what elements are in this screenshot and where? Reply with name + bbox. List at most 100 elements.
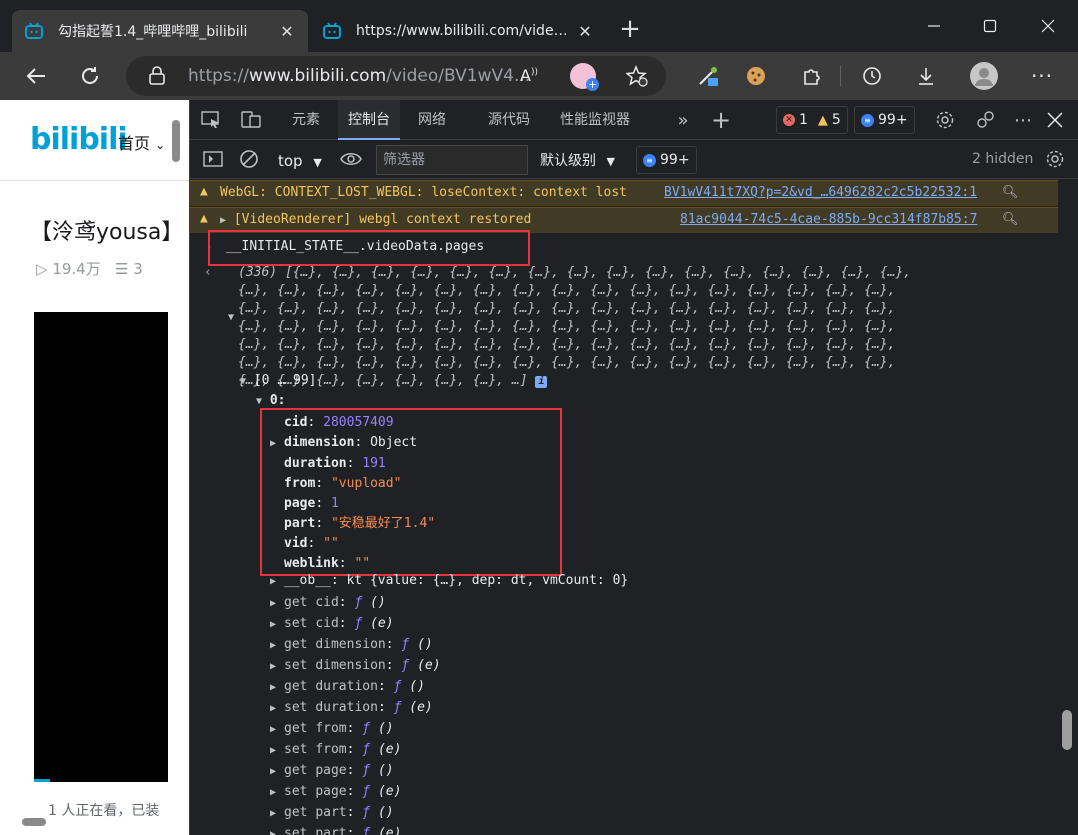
get-accessor-from[interactable]: ▶ get from: ƒ () — [270, 719, 441, 740]
array-summary[interactable]: (336) [{…}, {…}, {…}, {…}, {…}, {…}, {…}… — [238, 264, 911, 390]
expand-triangle-icon[interactable]: ▼ — [228, 309, 234, 324]
tab-network[interactable]: 网络 — [418, 100, 446, 140]
bilibili-tv-icon — [24, 21, 44, 41]
profile-icon[interactable] — [968, 60, 1000, 92]
tab-console[interactable]: 控制台 — [338, 100, 400, 140]
address-bar[interactable]: https://www.bilibili.com/video/BV1wV4...… — [126, 56, 666, 96]
get-accessor-part[interactable]: ▶ get part: ƒ () — [270, 803, 441, 824]
get-accessor-cid[interactable]: ▶ get cid: ƒ () — [270, 593, 441, 614]
expand-triangle-icon[interactable]: ▶ — [270, 783, 284, 803]
set-accessor-part[interactable]: ▶ set part: ƒ (e) — [270, 824, 441, 835]
live-expression-eye-icon[interactable] — [338, 147, 364, 171]
get-accessor-page[interactable]: ▶ get page: ƒ () — [270, 761, 441, 782]
expand-triangle-icon[interactable]: ▶ — [270, 678, 284, 698]
tab-performance-monitor[interactable]: 性能监视器 — [560, 100, 630, 140]
favorite-add-icon[interactable] — [625, 65, 648, 91]
index-entry[interactable]: ▼ 0: — [256, 393, 286, 408]
function-signature: () — [377, 805, 394, 820]
extension-avatar-icon[interactable]: + — [570, 63, 599, 91]
info-icon[interactable]: i — [535, 376, 548, 388]
expand-triangle-icon[interactable]: ▶ — [270, 699, 284, 719]
issue-counts[interactable]: ✕ 1 ▲ 5 — [776, 106, 848, 134]
bilibili-logo[interactable]: bilibili — [30, 122, 128, 157]
get-accessor-duration[interactable]: ▶ get duration: ƒ () — [270, 677, 441, 698]
video-player[interactable] — [34, 312, 168, 782]
more-icon[interactable]: ··· — [1026, 60, 1058, 92]
set-accessor-page[interactable]: ▶ set page: ƒ (e) — [270, 782, 441, 803]
console-scrollbar-thumb[interactable] — [1062, 710, 1072, 750]
expand-triangle-icon[interactable]: ▶ — [220, 215, 226, 226]
function-signature: () — [377, 763, 394, 778]
set-accessor-cid[interactable]: ▶ set cid: ƒ (e) — [270, 614, 441, 635]
expand-triangle-icon[interactable]: ▶ — [270, 825, 284, 835]
more-tabs-icon[interactable]: » — [670, 108, 696, 132]
hidden-count[interactable]: 2 hidden — [972, 151, 1033, 167]
context-selector[interactable]: top ▼ — [270, 148, 332, 174]
page-scrollbar-thumb[interactable] — [172, 120, 180, 162]
expand-triangle-icon[interactable]: ▼ — [240, 376, 246, 387]
settings-gear-icon[interactable] — [932, 108, 958, 132]
customize-icon[interactable] — [972, 108, 998, 132]
expand-triangle-icon[interactable]: ▶ — [270, 720, 284, 740]
messages-badge[interactable]: ≡ 99+ — [854, 106, 915, 134]
get-accessor-dimension[interactable]: ▶ get dimension: ƒ () — [270, 635, 441, 656]
video-title[interactable]: 【泠鸢yousa】 — [30, 214, 183, 246]
expand-triangle-icon[interactable]: ▶ — [270, 657, 284, 677]
expand-triangle-icon[interactable]: ▶ — [270, 636, 284, 656]
add-tab-icon[interactable]: + — [708, 106, 734, 134]
close-devtools-icon[interactable] — [1042, 108, 1068, 132]
source-link[interactable]: BV1wV411t7XQ?p=2&vd_…6496282c2c5b22532:1 — [664, 185, 977, 200]
expand-triangle-icon[interactable]: ▶ — [270, 804, 284, 824]
tab-elements[interactable]: 元素 — [292, 100, 320, 140]
more-options-icon[interactable]: ⋯ — [1010, 108, 1036, 132]
error-count: 1 — [799, 112, 808, 128]
group-range[interactable]: ▼ [0 … 99] — [240, 373, 316, 388]
device-emulation-icon[interactable] — [238, 108, 264, 132]
filter-messages-badge[interactable]: ≡ 99+ — [636, 146, 697, 174]
new-tab-button[interactable]: + — [616, 16, 644, 44]
lock-icon[interactable] — [148, 66, 166, 90]
tab-sources[interactable]: 源代码 — [488, 100, 530, 140]
expand-triangle-icon[interactable]: ▶ — [270, 576, 276, 587]
expand-triangle-icon[interactable]: ▶ — [270, 741, 284, 761]
expand-triangle-icon[interactable]: ▶ — [270, 615, 284, 635]
expand-triangle-icon[interactable]: ▼ — [256, 396, 262, 407]
eyedropper-icon[interactable] — [692, 60, 724, 92]
tab-bilibili-video[interactable]: 勾指起誓1.4_哔哩哔哩_bilibili ✕ — [12, 10, 308, 52]
extensions-icon[interactable] — [796, 60, 828, 92]
refresh-icon[interactable] — [74, 60, 106, 92]
search-icon[interactable]: 🔍︎ — [1002, 185, 1019, 200]
tab-close-icon[interactable]: ✕ — [576, 22, 594, 41]
inspect-element-icon[interactable] — [198, 108, 224, 132]
sidebar-toggle-icon[interactable] — [200, 147, 226, 171]
set-accessor-from[interactable]: ▶ set from: ƒ (e) — [270, 740, 441, 761]
home-nav-link[interactable]: 首页 ⌄ — [118, 130, 165, 154]
url-text[interactable]: https://www.bilibili.com/video/BV1wV4... — [188, 66, 530, 86]
tab-bilibili-url[interactable]: https://www.bilibili.com/video/BV1w ✕ — [310, 10, 606, 52]
page-hscrollbar-thumb[interactable] — [22, 818, 46, 826]
source-link[interactable]: 81ac9044-74c5-4cae-885b-9cc314f87b85:7 — [680, 212, 977, 227]
search-icon[interactable]: 🔍︎ — [1002, 212, 1019, 227]
read-aloud-icon[interactable]: A)) — [520, 66, 538, 85]
window-close-button[interactable] — [1028, 10, 1068, 42]
expand-triangle-icon[interactable]: ▶ — [270, 762, 284, 782]
clear-console-icon[interactable] — [236, 147, 262, 171]
warning-text[interactable]: ▶ [VideoRenderer] webgl context restored — [220, 212, 531, 227]
history-icon[interactable] — [856, 60, 888, 92]
back-icon[interactable] — [20, 60, 52, 92]
maximize-button[interactable] — [970, 10, 1010, 42]
set-accessor-dimension[interactable]: ▶ set dimension: ƒ (e) — [270, 656, 441, 677]
download-icon[interactable] — [910, 60, 942, 92]
accessor-kind: set — [284, 826, 308, 835]
expand-triangle-icon[interactable]: ▶ — [270, 594, 284, 614]
tab-close-icon[interactable]: ✕ — [278, 22, 296, 41]
cookie-icon[interactable] — [740, 60, 772, 92]
console-settings-gear-icon[interactable] — [1042, 147, 1068, 171]
player-progress[interactable] — [34, 779, 50, 782]
filter-input[interactable]: 筛选器 — [376, 145, 528, 175]
set-accessor-duration[interactable]: ▶ set duration: ƒ (e) — [270, 698, 441, 719]
log-level-dropdown[interactable]: 默认级别 ▼ — [540, 150, 615, 170]
accessor-kind: set — [284, 616, 308, 631]
minimize-button[interactable] — [914, 10, 954, 42]
ob-entry[interactable]: ▶ __ob__: kt {value: {…}, dep: dt, vmCou… — [270, 573, 628, 588]
